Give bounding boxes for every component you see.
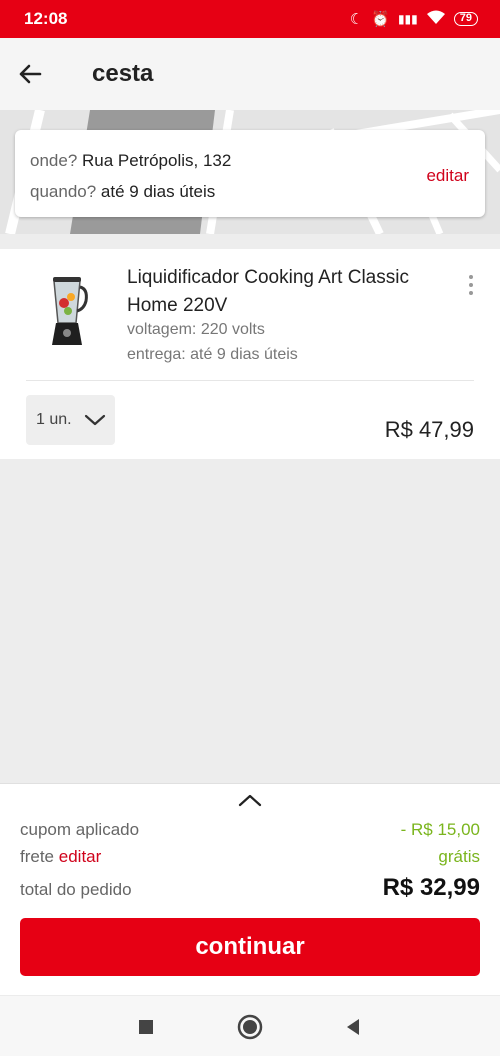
- delivery-address-card: onde? Rua Petrópolis, 132 quando? até 9 …: [15, 130, 485, 217]
- continue-button[interactable]: continuar: [20, 918, 480, 976]
- status-icons: ☾ ⏰ ▮▮▮ 79: [350, 9, 478, 29]
- chevron-up-icon[interactable]: [237, 792, 263, 808]
- shipping-value: grátis: [438, 847, 480, 866]
- total-value: R$ 32,99: [382, 874, 480, 901]
- where-label: onde?: [30, 151, 78, 170]
- nav-back-icon: [347, 1019, 359, 1035]
- product-delivery: entrega: até 9 dias úteis: [127, 346, 298, 363]
- page-title: cesta: [92, 60, 154, 87]
- nav-home-icon: [237, 1014, 263, 1040]
- back-button[interactable]: [2, 38, 58, 110]
- address-when-row: quando? até 9 dias úteis: [30, 182, 215, 202]
- coupon-value: - R$ 15,00: [400, 820, 480, 839]
- item-price: R$ 47,99: [384, 417, 474, 442]
- when-label: quando?: [30, 182, 97, 201]
- status-bar: 12:08 ☾ ⏰ ▮▮▮ 79: [0, 0, 500, 38]
- where-value: Rua Petrópolis, 132: [82, 151, 232, 170]
- wifi-icon: [426, 9, 446, 29]
- edit-shipping-link[interactable]: editar: [59, 847, 102, 866]
- shipping-label: frete: [20, 847, 55, 866]
- product-name[interactable]: Liquidificador Cooking Art Classic Home …: [127, 264, 447, 320]
- alarm-icon: ⏰: [371, 11, 390, 28]
- order-summary: cupom aplicado - R$ 15,00 frete editar g…: [0, 783, 500, 995]
- edit-address-link[interactable]: editar: [426, 166, 469, 186]
- nav-back-button[interactable]: [340, 1014, 366, 1040]
- quantity-select[interactable]: 1 un.: [26, 395, 115, 445]
- nav-home-button[interactable]: [237, 1014, 263, 1040]
- kebab-dot: [469, 283, 473, 287]
- when-value: até 9 dias úteis: [100, 182, 216, 201]
- status-time: 12:08: [24, 9, 68, 28]
- nav-recent-icon: [139, 1020, 153, 1034]
- product-image: [52, 277, 88, 345]
- item-options-button[interactable]: [462, 271, 480, 299]
- moon-icon: ☾: [349, 11, 364, 28]
- coupon-row: cupom aplicado - R$ 15,00: [20, 820, 480, 840]
- quantity-value: 1 un.: [36, 411, 72, 428]
- cart-item: Liquidificador Cooking Art Classic Home …: [0, 249, 500, 459]
- address-where-row: onde? Rua Petrópolis, 132: [30, 151, 231, 171]
- chevron-down-icon: [84, 414, 105, 426]
- divider: [26, 380, 474, 381]
- signal-icon: ▮▮▮: [397, 12, 418, 26]
- system-nav-bar: [0, 995, 500, 1056]
- shipping-label-group: frete editar: [20, 847, 101, 867]
- total-row: total do pedido R$ 32,99: [20, 874, 480, 902]
- kebab-menu-icon: [469, 275, 473, 279]
- coupon-label: cupom aplicado: [20, 820, 140, 839]
- nav-recent-button[interactable]: [133, 1014, 159, 1040]
- kebab-dot: [469, 291, 473, 295]
- total-label: total do pedido: [20, 880, 132, 899]
- back-arrow-icon: [19, 64, 42, 84]
- app-header: cesta: [0, 38, 500, 110]
- shipping-row: frete editar grátis: [20, 847, 480, 867]
- battery-icon: 79: [453, 12, 478, 26]
- product-voltage: voltagem: 220 volts: [127, 321, 265, 338]
